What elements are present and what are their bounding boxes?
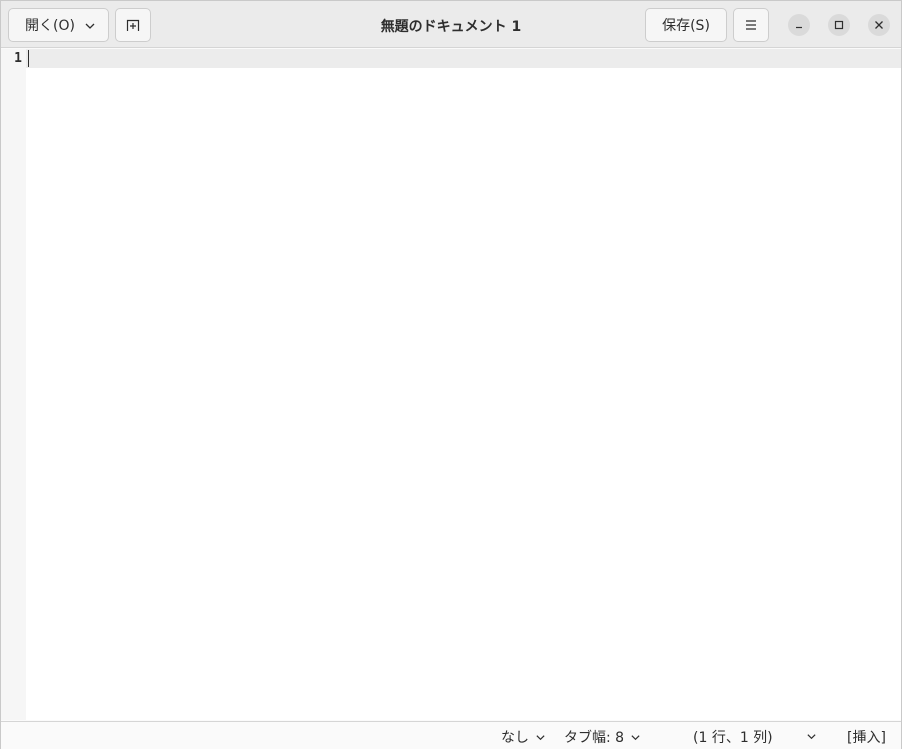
save-button[interactable]: 保存(S) <box>645 8 727 42</box>
new-tab-button[interactable] <box>115 8 151 42</box>
chevron-down-icon <box>807 734 816 740</box>
tab-width-label: タブ幅: 8 <box>564 730 625 746</box>
chevron-down-icon <box>536 734 545 740</box>
line-number: 1 <box>14 51 22 66</box>
insert-mode-indicator[interactable]: [挿入] <box>847 727 886 747</box>
header-bar: 開く(O) 無題のドキュメント 1 保存(S) <box>1 1 901 48</box>
minimize-icon <box>796 26 802 29</box>
save-button-label: 保存(S) <box>662 18 710 34</box>
status-bar: なし タブ幅: 8 (1 行、1 列) [挿入] <box>1 721 901 749</box>
open-button[interactable]: 開く(O) <box>8 8 109 42</box>
open-button-label: 開く(O) <box>25 18 75 34</box>
insert-mode-label: [挿入] <box>847 730 886 746</box>
line-number-gutter <box>1 49 26 720</box>
language-selector[interactable]: なし <box>501 727 546 747</box>
close-button[interactable] <box>868 14 890 36</box>
text-cursor <box>28 50 29 67</box>
main-menu-button[interactable] <box>733 8 769 42</box>
tab-width-selector[interactable]: タブ幅: 8 <box>564 727 641 747</box>
new-tab-icon <box>126 19 140 31</box>
text-editor-window: 開く(O) 無題のドキュメント 1 保存(S) 1 なし タブ幅: 8 (1 行… <box>0 0 902 749</box>
text-editing-area[interactable] <box>26 49 901 720</box>
chevron-down-icon <box>631 734 640 740</box>
cursor-position-label: (1 行、1 列) <box>693 730 773 746</box>
window-title: 無題のドキュメント 1 <box>380 19 522 35</box>
close-icon <box>875 21 883 29</box>
hamburger-menu-icon <box>746 20 756 30</box>
language-label: なし <box>501 730 529 746</box>
go-to-line-dropdown[interactable] <box>806 731 817 742</box>
chevron-down-icon <box>85 23 95 29</box>
cursor-position[interactable]: (1 行、1 列) <box>693 727 773 747</box>
maximize-icon <box>834 20 844 30</box>
current-line-highlight <box>26 49 901 68</box>
maximize-button[interactable] <box>828 14 850 36</box>
minimize-button[interactable] <box>788 14 810 36</box>
